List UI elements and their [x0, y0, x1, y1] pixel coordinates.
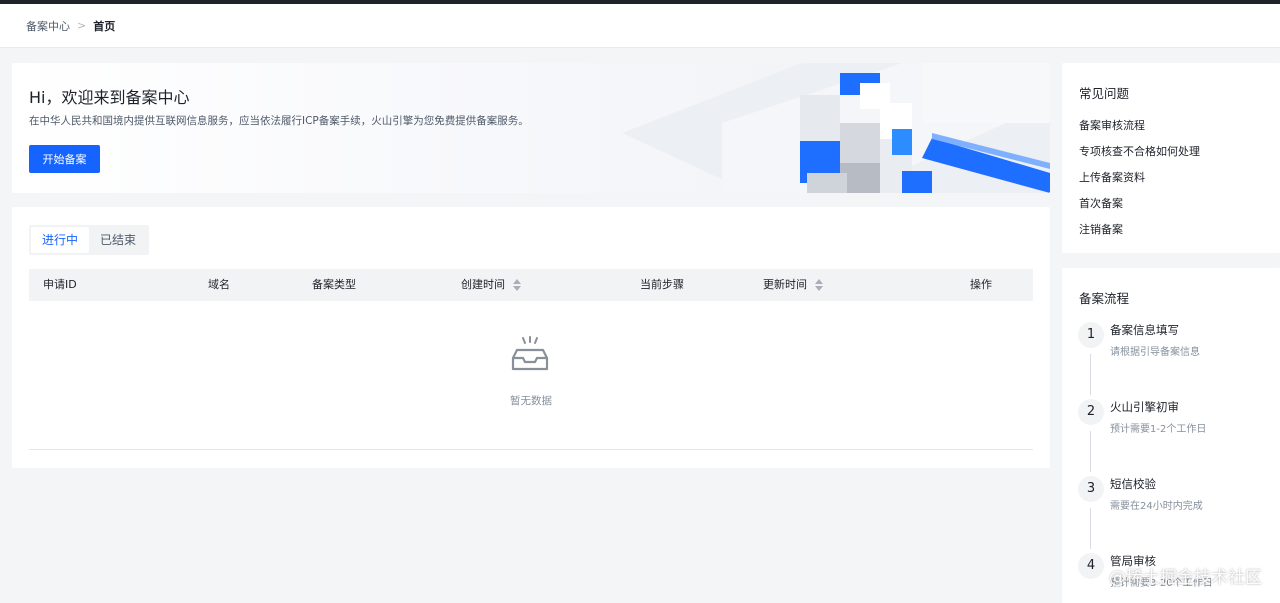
- column-header-filing-type: 备案类型: [312, 278, 356, 291]
- column-header-created-time[interactable]: 创建时间: [461, 269, 521, 301]
- step-number: 3: [1078, 476, 1104, 502]
- tab-finished[interactable]: 已结束: [89, 227, 147, 253]
- step-description: 预计需要1-2个工作日: [1110, 424, 1207, 435]
- column-header-current-step: 当前步骤: [640, 278, 684, 291]
- step-title: 备案信息填写: [1110, 323, 1179, 337]
- tab-in-progress[interactable]: 进行中: [31, 227, 90, 253]
- faq-card: 常见问题 备案审核流程 专项核查不合格如何处理 上传备案资料 首次备案 注销备案: [1062, 63, 1280, 253]
- breadcrumb-parent-link[interactable]: 备案中心: [26, 18, 70, 34]
- chevron-right-icon: >: [77, 19, 87, 32]
- table-header: 申请ID 域名 备案类型 创建时间 当前步骤 更新时间 操作: [29, 269, 1033, 301]
- faq-link[interactable]: 上传备案资料: [1079, 170, 1200, 196]
- faq-title: 常见问题: [1079, 86, 1130, 101]
- step-description: 请根据引导备案信息: [1110, 347, 1200, 358]
- empty-state-text: 暂无数据: [510, 395, 552, 407]
- table-divider: [29, 449, 1033, 450]
- status-tabs: 进行中 已结束: [29, 225, 150, 255]
- breadcrumb: 备案中心 > 首页: [0, 4, 1280, 48]
- step-number: 4: [1078, 553, 1104, 579]
- breadcrumb-current: 首页: [93, 19, 116, 33]
- step-title: 火山引擎初审: [1110, 400, 1179, 414]
- faq-link[interactable]: 专项核查不合格如何处理: [1079, 144, 1200, 170]
- filing-records-card: 进行中 已结束 申请ID 域名 备案类型 创建时间 当前步骤 更新时间 操作 暂…: [12, 207, 1050, 468]
- start-filing-button[interactable]: 开始备案: [29, 145, 100, 173]
- banner-title: Hi，欢迎来到备案中心: [29, 88, 190, 107]
- banner-description: 在中华人民共和国境内提供互联网信息服务，应当依法履行ICP备案手续，火山引擎为您…: [29, 115, 529, 127]
- step-connector: [1090, 354, 1091, 395]
- sort-icon[interactable]: [512, 279, 521, 291]
- step-number: 1: [1078, 322, 1104, 348]
- step-number: 2: [1078, 399, 1104, 425]
- process-title: 备案流程: [1079, 291, 1130, 306]
- column-header-updated-time[interactable]: 更新时间: [763, 269, 823, 301]
- faq-list: 备案审核流程 专项核查不合格如何处理 上传备案资料 首次备案 注销备案: [1079, 118, 1200, 248]
- step-connector: [1090, 508, 1091, 549]
- sort-icon[interactable]: [814, 279, 823, 291]
- welcome-banner: Hi，欢迎来到备案中心 在中华人民共和国境内提供互联网信息服务，应当依法履行IC…: [12, 63, 1050, 193]
- empty-inbox-icon: [511, 336, 549, 371]
- watermark: @稀土掘金技术社区: [1109, 568, 1262, 588]
- column-header-created-time-label: 创建时间: [461, 278, 505, 291]
- column-header-updated-time-label: 更新时间: [763, 278, 807, 291]
- filing-process-card: 备案流程 1 备案信息填写 请根据引导备案信息 2 火山引擎初审 预计需要1-2…: [1062, 268, 1280, 603]
- faq-link[interactable]: 首次备案: [1079, 196, 1200, 222]
- column-header-application-id: 申请ID: [43, 278, 77, 291]
- faq-link[interactable]: 备案审核流程: [1079, 118, 1200, 144]
- step-connector: [1090, 431, 1091, 472]
- faq-link[interactable]: 注销备案: [1079, 222, 1200, 248]
- column-header-domain: 域名: [208, 278, 230, 291]
- banner-illustration: [622, 63, 1050, 193]
- step-title: 短信校验: [1110, 477, 1156, 491]
- column-header-actions: 操作: [970, 278, 992, 291]
- step-description: 需要在24小时内完成: [1110, 501, 1203, 512]
